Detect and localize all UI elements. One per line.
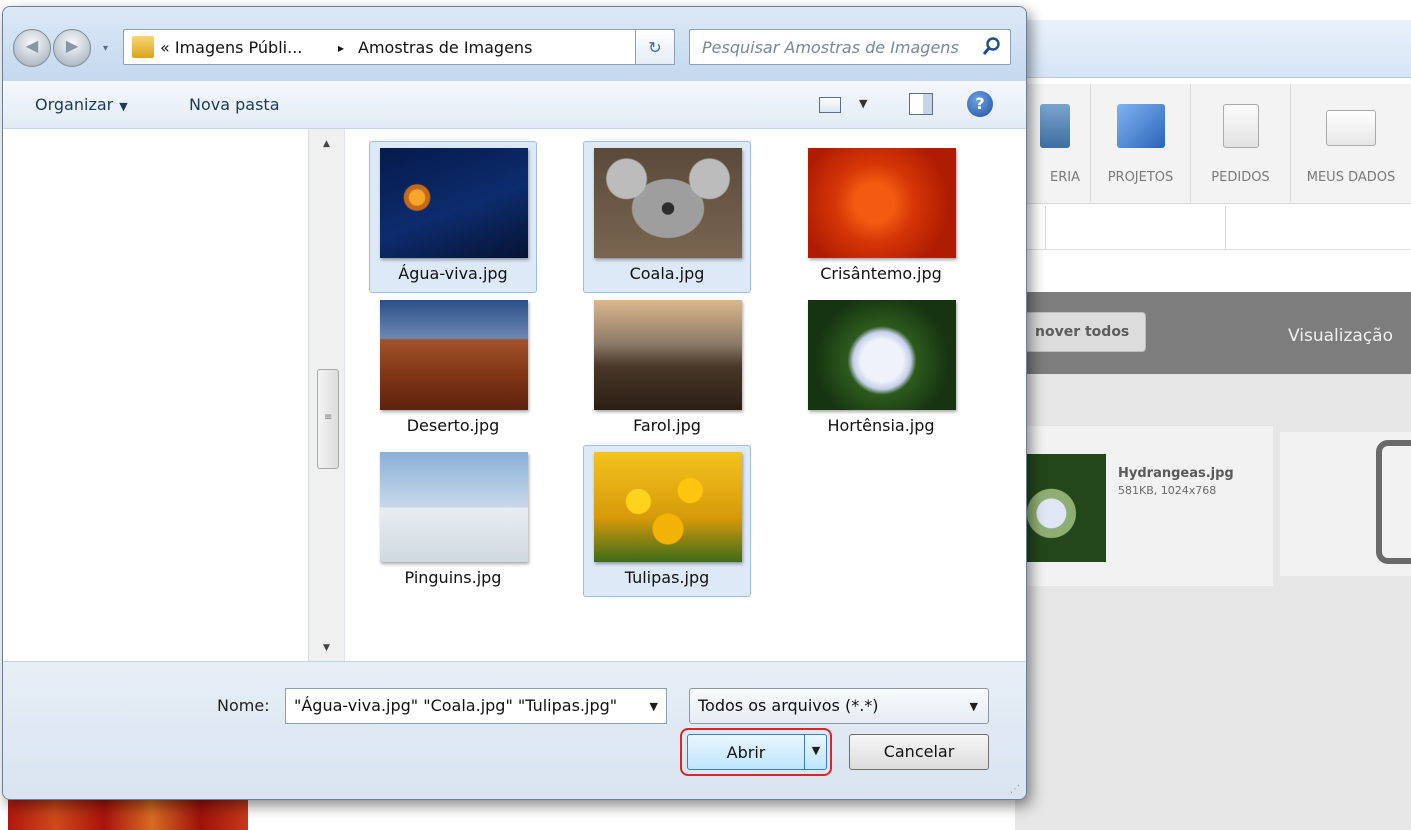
breadcrumb-imagens-publicas[interactable]: « Imagens Públi... bbox=[160, 38, 302, 57]
nav-label: PEDIDOS bbox=[1211, 170, 1270, 185]
folder-icon bbox=[132, 36, 154, 58]
split-divider bbox=[804, 735, 805, 769]
new-folder-button[interactable]: Nova pasta bbox=[189, 95, 280, 114]
file-thumbnail bbox=[808, 300, 956, 410]
file-item-hortensia[interactable]: Hortênsia.jpg bbox=[797, 293, 965, 445]
cancel-button[interactable]: Cancelar bbox=[849, 734, 989, 770]
nav-label: MEUS DADOS bbox=[1306, 170, 1396, 185]
file-item-agua-viva[interactable]: Água-viva.jpg bbox=[369, 141, 537, 293]
file-name: Água-viva.jpg bbox=[398, 264, 508, 283]
scroll-up-icon[interactable]: ▲ bbox=[309, 139, 344, 149]
filename-input[interactable]: "Água-viva.jpg" "Coala.jpg" "Tulipas.jpg… bbox=[285, 688, 667, 724]
organize-label: Organizar bbox=[35, 95, 114, 114]
change-view-icon[interactable] bbox=[819, 97, 841, 113]
preview-pane-icon[interactable] bbox=[909, 93, 933, 115]
monitor-icon bbox=[1116, 104, 1165, 148]
checklist-icon bbox=[1222, 104, 1259, 148]
uploaded-file-name: Hydrangeas.jpg bbox=[1118, 466, 1234, 481]
file-thumbnail bbox=[594, 452, 742, 562]
nav-item-meus-dados[interactable]: MEUS DADOS bbox=[1291, 84, 1411, 202]
command-bar: Organizar ▼ Nova pasta ▼ ? bbox=[3, 81, 1026, 129]
nav-label: PROJETOS bbox=[1107, 170, 1174, 185]
id-card-icon bbox=[1326, 110, 1376, 146]
file-item-tulipas[interactable]: Tulipas.jpg bbox=[583, 445, 751, 597]
open-button[interactable]: Abrir ▼ bbox=[687, 734, 827, 770]
grip-icon: ≡ bbox=[324, 412, 333, 423]
file-thumbnail bbox=[594, 148, 742, 258]
nav-item-projetos[interactable]: PROJETOS bbox=[1091, 84, 1191, 202]
navigation-pane[interactable] bbox=[3, 129, 309, 661]
file-thumbnail bbox=[594, 300, 742, 410]
nav-item-pedidos[interactable]: PEDIDOS bbox=[1191, 84, 1291, 202]
uploaded-file-thumbnail bbox=[1022, 454, 1106, 562]
file-thumbnail bbox=[380, 452, 528, 562]
breadcrumb-amostras[interactable]: Amostras de Imagens bbox=[358, 38, 532, 57]
address-bar-area: ◀ ▶ ▾ « Imagens Públi... ▸ Amostras de I… bbox=[3, 7, 1026, 81]
site-nav: ERIA PROJETOS PEDIDOS MEUS DADOS bbox=[1015, 84, 1411, 204]
file-item-coala[interactable]: Coala.jpg bbox=[583, 141, 751, 293]
add-file-card[interactable] bbox=[1280, 432, 1411, 576]
open-file-dialog: ◀ ▶ ▾ « Imagens Públi... ▸ Amostras de I… bbox=[2, 6, 1027, 800]
file-name: Tulipas.jpg bbox=[624, 568, 710, 587]
file-name: Hortênsia.jpg bbox=[827, 416, 935, 435]
back-arrow-icon: ◀ bbox=[25, 36, 39, 55]
browser-topbar bbox=[1015, 20, 1411, 78]
help-icon[interactable]: ? bbox=[967, 91, 993, 117]
file-thumbnail bbox=[380, 300, 528, 410]
uploaded-file-meta: 581KB, 1024x768 bbox=[1118, 484, 1217, 497]
file-item-deserto[interactable]: Deserto.jpg bbox=[369, 293, 537, 445]
filename-value: "Água-viva.jpg" "Coala.jpg" "Tulipas.jpg… bbox=[294, 696, 618, 715]
file-name: Coala.jpg bbox=[629, 264, 705, 283]
breadcrumb-separator-icon[interactable]: ▸ bbox=[338, 41, 344, 55]
refresh-icon: ↻ bbox=[648, 38, 662, 57]
open-button-label: Abrir bbox=[726, 743, 766, 762]
address-bar[interactable]: « Imagens Públi... ▸ Amostras de Imagens… bbox=[123, 29, 753, 65]
visualization-label: Visualização bbox=[1288, 326, 1393, 346]
file-name: Deserto.jpg bbox=[406, 416, 500, 435]
file-type-select[interactable]: Todos os arquivos (*.*) ▼ bbox=[689, 688, 989, 724]
search-icon[interactable] bbox=[982, 36, 1002, 56]
file-thumbnail bbox=[808, 148, 956, 258]
file-type-value: Todos os arquivos (*.*) bbox=[698, 696, 879, 715]
organize-menu[interactable]: Organizar ▼ bbox=[35, 95, 128, 114]
chevron-down-icon[interactable]: ▼ bbox=[650, 700, 658, 713]
forward-arrow-icon: ▶ bbox=[65, 36, 79, 55]
file-item-pinguins[interactable]: Pinguins.jpg bbox=[369, 445, 537, 597]
recent-pages-dropdown-icon[interactable]: ▾ bbox=[103, 43, 108, 54]
gallery-icon bbox=[1040, 104, 1070, 148]
chevron-down-icon: ▼ bbox=[119, 100, 128, 113]
remove-all-button[interactable]: nover todos bbox=[1010, 312, 1146, 352]
open-options-dropdown-icon[interactable]: ▼ bbox=[806, 744, 826, 757]
file-name: Farol.jpg bbox=[633, 416, 701, 435]
file-thumbnail bbox=[380, 148, 528, 258]
chevron-down-icon: ▼ bbox=[969, 700, 978, 713]
search-box[interactable]: Pesquisar Amostras de Imagens bbox=[689, 29, 1011, 65]
refresh-button[interactable]: ↻ bbox=[635, 29, 675, 65]
filter-row bbox=[1015, 206, 1411, 250]
nav-pane-scrollbar[interactable]: ▲ ≡ ▼ bbox=[309, 129, 345, 661]
resize-grip-icon[interactable]: ⋰ bbox=[1010, 784, 1020, 795]
file-list: Água-viva.jpg Coala.jpg Crisântemo.jpg D… bbox=[345, 129, 1026, 661]
scroll-down-icon[interactable]: ▼ bbox=[309, 643, 344, 653]
back-button[interactable]: ◀ bbox=[13, 29, 51, 67]
placeholder-frame bbox=[1376, 440, 1411, 564]
file-item-crisantemo[interactable]: Crisântemo.jpg bbox=[797, 141, 965, 293]
file-item-farol[interactable]: Farol.jpg bbox=[583, 293, 751, 445]
scrollbar-thumb[interactable]: ≡ bbox=[317, 369, 339, 469]
search-placeholder: Pesquisar Amostras de Imagens bbox=[702, 38, 959, 57]
file-name: Crisântemo.jpg bbox=[820, 264, 942, 283]
forward-button[interactable]: ▶ bbox=[53, 29, 91, 67]
filename-label: Nome: bbox=[217, 696, 270, 715]
file-name: Pinguins.jpg bbox=[404, 568, 502, 587]
view-options-dropdown-icon[interactable]: ▼ bbox=[859, 97, 867, 110]
dialog-footer: Nome: "Água-viva.jpg" "Coala.jpg" "Tulip… bbox=[3, 661, 1026, 799]
